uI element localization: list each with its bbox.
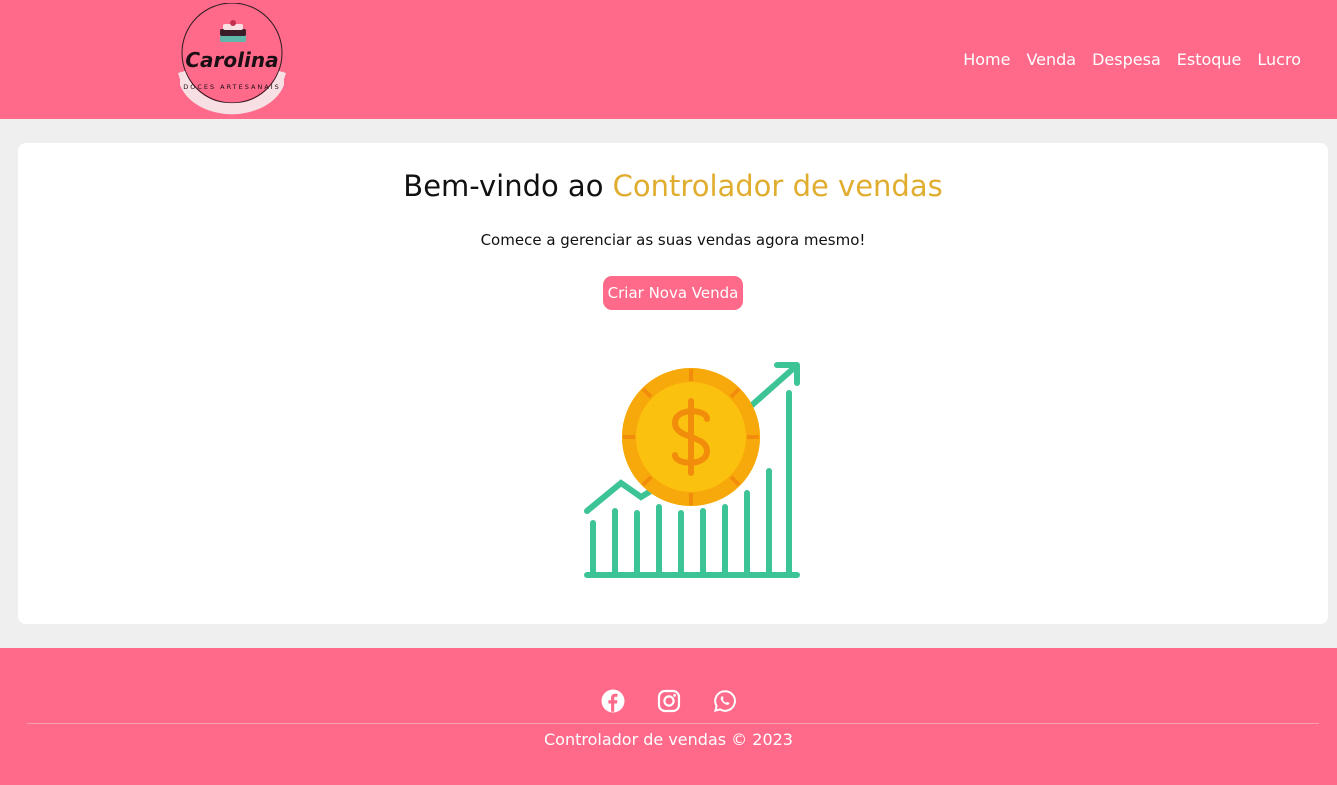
welcome-subtitle: Comece a gerenciar as suas vendas agora … xyxy=(480,231,866,249)
social-links xyxy=(0,689,1337,715)
nav-estoque[interactable]: Estoque xyxy=(1177,50,1242,69)
footer-divider xyxy=(27,723,1319,724)
dollar-coin-growth-chart-icon xyxy=(584,362,800,578)
main-nav: Home Venda Despesa Estoque Lucro xyxy=(963,47,1301,71)
title-accent: Controlador de vendas xyxy=(612,169,943,203)
instagram-icon[interactable] xyxy=(657,689,681,713)
footer: Controlador de vendas © 2023 xyxy=(0,648,1337,785)
navbar: Carolina DOCES ARTESANAIS Home Venda Des… xyxy=(0,0,1337,119)
carolina-logo[interactable]: Carolina DOCES ARTESANAIS xyxy=(176,3,288,115)
nav-home[interactable]: Home xyxy=(963,50,1010,69)
whatsapp-icon[interactable] xyxy=(713,689,737,713)
nav-despesa[interactable]: Despesa xyxy=(1092,50,1161,69)
page-title: Bem-vindo ao Controlador de vendas xyxy=(18,168,1328,204)
title-prefix: Bem-vindo ao xyxy=(403,169,613,203)
facebook-icon[interactable] xyxy=(601,689,625,713)
svg-text:Carolina: Carolina xyxy=(185,48,278,72)
nav-venda[interactable]: Venda xyxy=(1026,50,1076,69)
copyright-text: Controlador de vendas © 2023 xyxy=(544,730,793,749)
svg-text:DOCES ARTESANAIS: DOCES ARTESANAIS xyxy=(183,83,281,91)
create-sale-button[interactable]: Criar Nova Venda xyxy=(603,276,743,310)
nav-lucro[interactable]: Lucro xyxy=(1257,50,1301,69)
welcome-card: Bem-vindo ao Controlador de vendas Comec… xyxy=(18,143,1328,624)
